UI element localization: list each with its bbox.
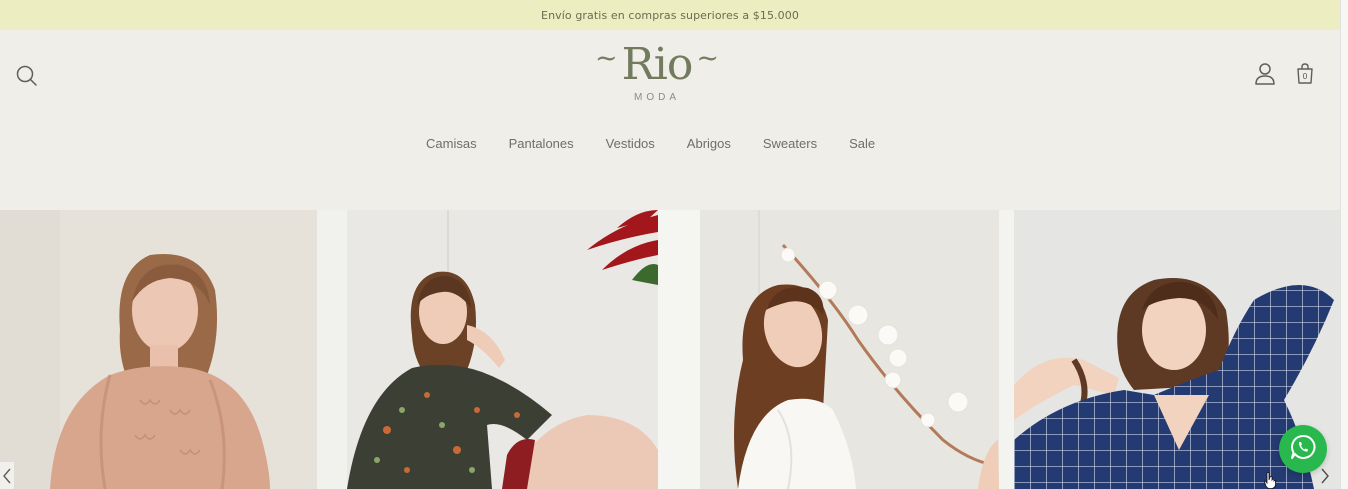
site-header: ~ Rio ~ MODA 0 Camisas Pantalones Vestid…	[0, 30, 1340, 210]
search-icon[interactable]	[14, 63, 40, 89]
cart-icon[interactable]: 0	[1295, 63, 1315, 85]
hero-image-sweater[interactable]	[0, 210, 317, 489]
hand-cursor-icon	[1264, 472, 1276, 489]
hero-image-floral-dress[interactable]	[317, 210, 658, 489]
nav-item-sweaters[interactable]: Sweaters	[763, 134, 817, 154]
nav-item-camisas[interactable]: Camisas	[426, 134, 477, 154]
announcement-text: Envío gratis en compras superiores a $15…	[541, 8, 799, 22]
chevron-right-icon[interactable]	[1318, 462, 1332, 489]
gallery-gap	[999, 210, 1014, 489]
logo[interactable]: ~ Rio ~ MODA	[589, 42, 725, 108]
announcement-bar: Envío gratis en compras superiores a $15…	[0, 0, 1340, 30]
nav-item-pantalones[interactable]: Pantalones	[509, 134, 574, 154]
whatsapp-chat-button[interactable]	[1279, 425, 1327, 473]
logo-tagline: MODA	[634, 92, 680, 103]
logo-wordmark: ~ Rio ~	[589, 42, 725, 88]
cart-count: 0	[1302, 72, 1308, 81]
logo-name: Rio	[621, 39, 694, 90]
nav-item-sale[interactable]: Sale	[849, 134, 875, 154]
whatsapp-icon	[1290, 434, 1316, 464]
scrollbar[interactable]	[1340, 0, 1348, 489]
hero-image-white-shirt[interactable]	[658, 210, 999, 489]
main-nav: Camisas Pantalones Vestidos Abrigos Swea…	[426, 134, 875, 154]
page: Envío gratis en compras superiores a $15…	[0, 0, 1348, 489]
chevron-left-icon[interactable]	[0, 462, 14, 489]
hero-gallery	[0, 210, 1340, 489]
logo-tilde-right: ~	[696, 43, 719, 74]
nav-item-abrigos[interactable]: Abrigos	[687, 134, 731, 154]
nav-item-vestidos[interactable]: Vestidos	[606, 134, 655, 154]
user-icon[interactable]	[1254, 62, 1276, 86]
logo-tilde-left: ~	[595, 43, 618, 74]
